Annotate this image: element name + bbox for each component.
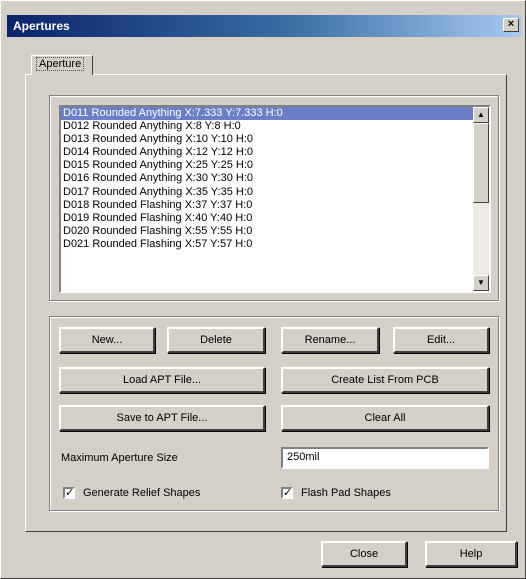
list-item[interactable]: D013 Rounded Anything X:10 Y:10 H:0 bbox=[61, 133, 489, 146]
scroll-down-icon[interactable]: ▼ bbox=[473, 275, 489, 291]
list-item[interactable]: D016 Rounded Anything X:30 Y:30 H:0 bbox=[61, 172, 489, 185]
rename-button[interactable]: Rename... bbox=[281, 327, 379, 353]
max-size-label: Maximum Aperture Size bbox=[61, 452, 178, 464]
save-apt-button[interactable]: Save to APT File... bbox=[59, 405, 265, 431]
window-title: Apertures bbox=[13, 19, 70, 33]
apertures-dialog: Apertures × Aperture D011 Rounded Anythi… bbox=[0, 0, 526, 579]
flash-pad-label: Flash Pad Shapes bbox=[301, 487, 391, 499]
close-icon[interactable]: × bbox=[503, 18, 519, 32]
new-button[interactable]: New... bbox=[59, 327, 155, 353]
list-scrollbar[interactable]: ▲ ▼ bbox=[473, 107, 489, 291]
list-item[interactable]: D015 Rounded Anything X:25 Y:25 H:0 bbox=[61, 159, 489, 172]
list-item[interactable]: D017 Rounded Anything X:35 Y:35 H:0 bbox=[61, 186, 489, 199]
edit-button[interactable]: Edit... bbox=[393, 327, 489, 353]
list-item[interactable]: D014 Rounded Anything X:12 Y:12 H:0 bbox=[61, 146, 489, 159]
aperture-list[interactable]: D011 Rounded Anything X:7.333 Y:7.333 H:… bbox=[59, 105, 491, 293]
generate-relief-label: Generate Relief Shapes bbox=[83, 487, 201, 499]
load-apt-button[interactable]: Load APT File... bbox=[59, 367, 265, 393]
aperture-list-items: D011 Rounded Anything X:7.333 Y:7.333 H:… bbox=[61, 107, 489, 251]
create-list-button[interactable]: Create List From PCB bbox=[281, 367, 489, 393]
list-item[interactable]: D019 Rounded Flashing X:40 Y:40 H:0 bbox=[61, 212, 489, 225]
list-item[interactable]: D020 Rounded Flashing X:55 Y:55 H:0 bbox=[61, 225, 489, 238]
list-item[interactable]: D021 Rounded Flashing X:57 Y:57 H:0 bbox=[61, 238, 489, 251]
clear-all-button[interactable]: Clear All bbox=[281, 405, 489, 431]
generate-relief-checkbox[interactable]: ✓ bbox=[63, 487, 75, 499]
scroll-up-icon[interactable]: ▲ bbox=[473, 107, 489, 123]
help-button[interactable]: Help bbox=[425, 541, 517, 567]
title-bar[interactable]: Apertures × bbox=[7, 15, 521, 37]
close-button[interactable]: Close bbox=[321, 541, 407, 567]
max-size-field[interactable]: 250mil bbox=[281, 447, 489, 469]
tab-label: Aperture bbox=[36, 57, 85, 71]
list-item[interactable]: D012 Rounded Anything X:8 Y:8 H:0 bbox=[61, 120, 489, 133]
scroll-thumb[interactable] bbox=[473, 123, 489, 203]
list-item[interactable]: D011 Rounded Anything X:7.333 Y:7.333 H:… bbox=[61, 107, 489, 121]
delete-button[interactable]: Delete bbox=[167, 327, 265, 353]
list-item[interactable]: D018 Rounded Flashing X:37 Y:37 H:0 bbox=[61, 199, 489, 212]
tab-aperture[interactable]: Aperture bbox=[31, 55, 93, 75]
flash-pad-checkbox[interactable]: ✓ bbox=[281, 487, 293, 499]
